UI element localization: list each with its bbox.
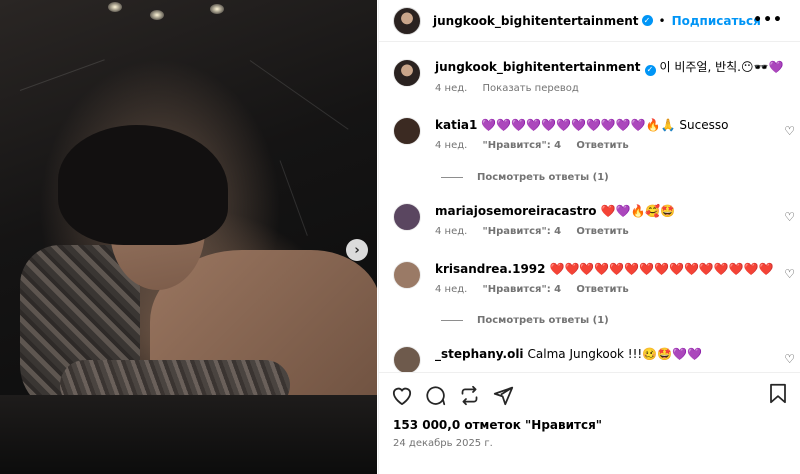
- verified-badge-icon: ✓: [644, 64, 656, 76]
- marble-ledge: [0, 395, 377, 474]
- heart-icon[interactable]: [391, 383, 425, 407]
- replies-rule: [441, 177, 463, 178]
- comment-text: ❤️💜🔥🥰🤩: [600, 204, 676, 218]
- comments-list: jungkook_bighitentertainment ✓ 이 비주얼, 반칙.😶…: [379, 42, 800, 372]
- view-replies-button[interactable]: Посмотреть ответы (1): [441, 315, 609, 326]
- comment-time[interactable]: 4 нед.: [435, 226, 467, 237]
- comment-likes[interactable]: "Нравится": 4: [483, 226, 562, 237]
- post-header: jungkook_bighitentertainment ✓ • Подписа…: [379, 0, 800, 42]
- comment-author[interactable]: krisandrea.1992: [435, 262, 546, 276]
- heart-outline-icon[interactable]: ♡: [784, 210, 795, 224]
- translate-link[interactable]: Показать перевод: [483, 83, 579, 94]
- verified-badge-icon: ✓: [641, 15, 653, 26]
- reply-button[interactable]: Ответить: [576, 284, 628, 295]
- post-actions: 153 000,0 отметок "Нравится" 24 декабрь …: [379, 372, 800, 474]
- heart-outline-icon[interactable]: ♡: [784, 352, 795, 366]
- comment-time[interactable]: 4 нед.: [435, 284, 467, 295]
- repost-icon[interactable]: [459, 383, 493, 407]
- comment-item: krisandrea.1992 ❤️❤️❤️❤️❤️❤️❤️❤️❤️❤️❤️❤️❤…: [393, 261, 774, 295]
- likes-count[interactable]: 153 000,0 отметок "Нравится": [393, 418, 602, 432]
- light-spot: [210, 4, 224, 14]
- commenter-avatar[interactable]: [393, 346, 421, 372]
- caption-author[interactable]: jungkook_bighitentertainment: [435, 60, 641, 74]
- commenter-avatar[interactable]: [393, 261, 421, 289]
- comment-author[interactable]: mariajosemoreiracastro: [435, 204, 597, 218]
- author-username[interactable]: jungkook_bighitentertainment: [433, 14, 639, 28]
- caption: jungkook_bighitentertainment ✓ 이 비주얼, 반칙.😶…: [393, 59, 783, 94]
- comment-likes[interactable]: "Нравится": 4: [483, 140, 562, 151]
- comment-author[interactable]: katia1: [435, 118, 477, 132]
- view-replies-label: Посмотреть ответы (1): [477, 315, 609, 326]
- comment-author[interactable]: _stephany.oli: [435, 347, 524, 361]
- comment-text: ❤️❤️❤️❤️❤️❤️❤️❤️❤️❤️❤️❤️❤️❤️❤️: [549, 262, 774, 276]
- avatar[interactable]: [393, 59, 421, 87]
- comment-item: mariajosemoreiracastro ❤️💜🔥🥰🤩 4 нед. "Нра…: [393, 203, 675, 237]
- heart-outline-icon[interactable]: ♡: [784, 124, 795, 138]
- marble-vein: [279, 160, 308, 236]
- comment-text: Calma Jungkook !!!🥴🤩💜💜: [527, 347, 703, 361]
- view-replies-button[interactable]: Посмотреть ответы (1): [441, 172, 609, 183]
- more-options-icon[interactable]: •••: [753, 12, 783, 28]
- hair: [58, 125, 228, 245]
- comment-likes[interactable]: "Нравится": 4: [483, 284, 562, 295]
- replies-rule: [441, 320, 463, 321]
- view-replies-label: Посмотреть ответы (1): [477, 172, 609, 183]
- caption-time[interactable]: 4 нед.: [435, 83, 467, 94]
- post-sidebar: jungkook_bighitentertainment ✓ • Подписа…: [378, 0, 800, 474]
- marble-vein: [19, 59, 105, 91]
- avatar[interactable]: [393, 6, 421, 35]
- commenter-avatar[interactable]: [393, 117, 421, 145]
- post-image: ›: [0, 0, 377, 474]
- comment-item: _stephany.oli Calma Jungkook !!!🥴🤩💜💜: [393, 346, 702, 372]
- share-icon[interactable]: [493, 383, 527, 407]
- comment-time[interactable]: 4 нед.: [435, 140, 467, 151]
- separator-dot: •: [658, 13, 666, 28]
- comment-icon[interactable]: [425, 383, 459, 407]
- comment-item: katia1 💜💜💜💜💜💜💜💜💜💜💜🔥🙏 Sucesso 4 нед. "Нрав…: [393, 117, 728, 151]
- light-spot: [108, 2, 122, 12]
- caption-text: 이 비주얼, 반칙.😶🕶️💜: [659, 60, 784, 74]
- light-spot: [150, 10, 164, 20]
- chevron-right-icon[interactable]: ›: [346, 239, 368, 261]
- comment-text: 💜💜💜💜💜💜💜💜💜💜💜🔥🙏 Sucesso: [481, 118, 729, 132]
- follow-button[interactable]: Подписаться: [672, 14, 761, 28]
- reply-button[interactable]: Ответить: [576, 140, 628, 151]
- commenter-avatar[interactable]: [393, 203, 421, 231]
- reply-button[interactable]: Ответить: [576, 226, 628, 237]
- bookmark-icon[interactable]: [769, 383, 787, 408]
- marble-vein: [249, 60, 349, 130]
- heart-outline-icon[interactable]: ♡: [784, 267, 795, 281]
- post-date[interactable]: 24 декабрь 2025 г.: [393, 438, 493, 449]
